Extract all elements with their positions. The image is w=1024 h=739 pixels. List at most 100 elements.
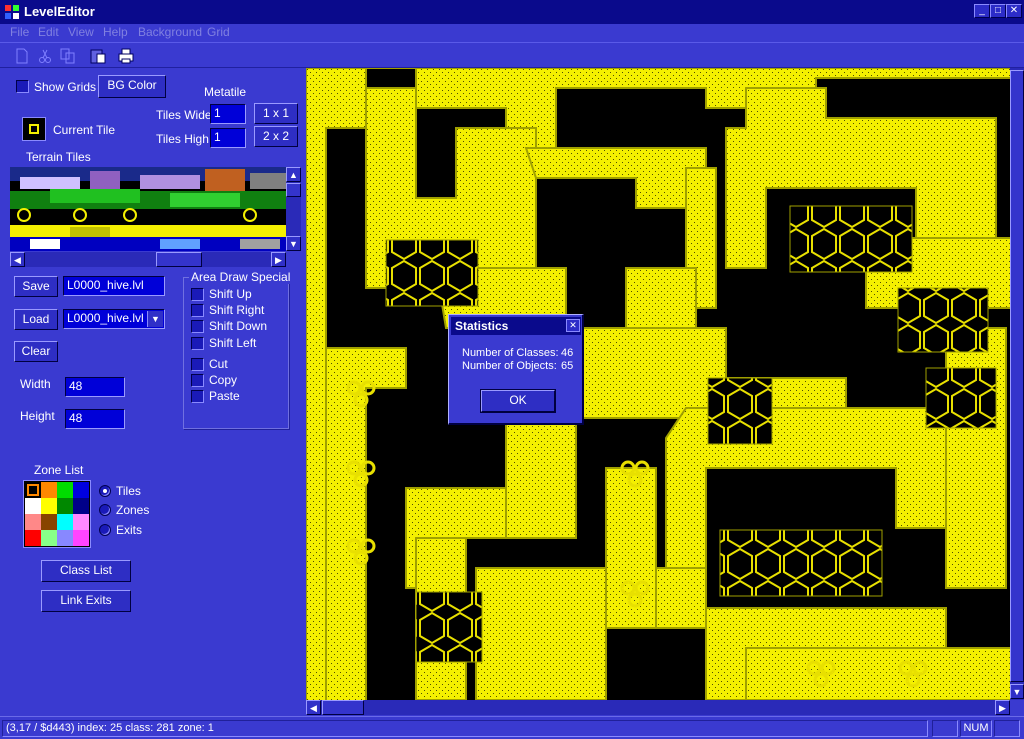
dialog-close-icon[interactable]: ✕: [566, 319, 580, 332]
terrain-hscroll[interactable]: ◀ ▶: [10, 252, 286, 267]
shift-right-label: Shift Right: [209, 303, 265, 317]
width-label: Width: [20, 377, 51, 391]
exits-radio-label: Exits: [116, 523, 143, 537]
ok-button[interactable]: OK: [480, 389, 556, 413]
map-scroll-left-arrow-icon[interactable]: ◀: [306, 700, 321, 715]
map-scroll-down-arrow-icon[interactable]: ▼: [1010, 684, 1024, 699]
metatile-2x2-button[interactable]: 2 x 2: [254, 126, 298, 147]
status-bar: (3,17 / $d443) index: 25 class: 281 zone…: [0, 716, 1024, 739]
terrain-tiles-palette[interactable]: [10, 167, 286, 251]
terrain-vscroll-thumb[interactable]: [286, 183, 301, 197]
zone-color-cell[interactable]: [73, 514, 89, 530]
scroll-up-arrow-icon[interactable]: ▲: [286, 167, 301, 182]
zone-color-cell[interactable]: [41, 530, 57, 546]
status-text: (3,17 / $d443) index: 25 class: 281 zone…: [2, 720, 928, 737]
metatile-1x1-button[interactable]: 1 x 1: [254, 103, 298, 124]
shift-left-label: Shift Left: [209, 336, 257, 350]
zone-list-label: Zone List: [34, 463, 84, 477]
cut-checkbox[interactable]: [191, 358, 204, 371]
zone-color-cell[interactable]: [41, 482, 57, 498]
map-horizontal-scrollbar[interactable]: ◀ ▶: [306, 700, 1010, 715]
class-list-button[interactable]: Class List: [41, 560, 131, 582]
paste-icon[interactable]: [88, 47, 108, 65]
new-icon[interactable]: [12, 47, 32, 65]
title-bar: LevelEditor _ □ ✕: [0, 0, 1024, 24]
map-hscroll-thumb[interactable]: [322, 700, 364, 715]
maximize-button[interactable]: □: [990, 4, 1006, 18]
app-icon: [5, 5, 19, 19]
shift-left-checkbox[interactable]: [191, 337, 204, 350]
bg-color-button[interactable]: BG Color: [98, 75, 166, 98]
show-grids-checkbox[interactable]: [16, 80, 29, 93]
minimize-button[interactable]: _: [974, 4, 990, 18]
current-tile-label: Current Tile: [53, 123, 116, 137]
copy-label: Copy: [209, 373, 238, 387]
save-button[interactable]: Save: [14, 276, 58, 297]
menu-view[interactable]: View: [68, 25, 94, 39]
close-button[interactable]: ✕: [1006, 4, 1022, 18]
zone-color-cell[interactable]: [73, 530, 89, 546]
save-filename-input[interactable]: L0000_hive.lvl: [63, 276, 165, 296]
window-title: LevelEditor: [24, 4, 95, 19]
exits-radio[interactable]: [99, 524, 111, 536]
shift-right-checkbox[interactable]: [191, 304, 204, 317]
copy-icon[interactable]: [58, 47, 78, 65]
zone-color-cell[interactable]: [41, 498, 57, 514]
zone-color-cell[interactable]: [41, 514, 57, 530]
scroll-down-arrow-icon[interactable]: ▼: [286, 236, 301, 251]
clear-button[interactable]: Clear: [14, 341, 58, 362]
zone-color-cell[interactable]: [25, 514, 41, 530]
scroll-left-arrow-icon[interactable]: ◀: [10, 252, 25, 267]
tiles-radio[interactable]: [99, 485, 111, 497]
load-button[interactable]: Load: [14, 309, 58, 330]
zone-color-cell[interactable]: [25, 530, 41, 546]
tiles-radio-label: Tiles: [116, 484, 141, 498]
zones-radio-label: Zones: [116, 503, 150, 517]
paste-label: Paste: [209, 389, 240, 403]
scroll-right-arrow-icon[interactable]: ▶: [271, 252, 286, 267]
zone-color-cell[interactable]: [57, 514, 73, 530]
zone-color-cell[interactable]: [57, 482, 73, 498]
paste-checkbox[interactable]: [191, 390, 204, 403]
metatile-label: Metatile: [204, 85, 247, 99]
menu-file[interactable]: File: [10, 25, 29, 39]
shift-up-checkbox[interactable]: [191, 288, 204, 301]
zone-color-cell[interactable]: [73, 498, 89, 514]
menu-edit[interactable]: Edit: [38, 25, 59, 39]
zone-color-cell[interactable]: [73, 482, 89, 498]
terrain-hscroll-thumb[interactable]: [156, 252, 202, 267]
map-vscroll-thumb[interactable]: [1010, 70, 1024, 682]
height-input[interactable]: 48: [65, 409, 125, 429]
terrain-tiles-image: [10, 167, 286, 251]
menu-grid[interactable]: Grid: [207, 25, 230, 39]
load-file-value: L0000_hive.lvl: [67, 311, 144, 325]
map-scroll-right-arrow-icon[interactable]: ▶: [995, 700, 1010, 715]
status-num-indicator: NUM: [960, 720, 992, 737]
menu-background[interactable]: Background: [138, 25, 202, 39]
statistics-dialog-title: Statistics: [455, 319, 509, 333]
statistics-dialog: Statistics ✕ Number of Classes: 46 Numbe…: [448, 314, 584, 425]
shift-down-checkbox[interactable]: [191, 320, 204, 333]
link-exits-button[interactable]: Link Exits: [41, 590, 131, 612]
zone-color-cell[interactable]: [25, 482, 41, 498]
shift-up-label: Shift Up: [209, 287, 252, 301]
dropdown-arrow-icon[interactable]: ▼: [147, 311, 163, 327]
zone-color-cell[interactable]: [25, 498, 41, 514]
status-scroll-panel: [994, 720, 1020, 737]
load-file-select[interactable]: L0000_hive.lvl ▼: [63, 309, 165, 329]
zone-list-grid[interactable]: [23, 480, 91, 548]
zones-radio[interactable]: [99, 504, 111, 516]
copy-checkbox[interactable]: [191, 374, 204, 387]
width-input[interactable]: 48: [65, 377, 125, 397]
print-icon[interactable]: [116, 47, 136, 65]
zone-color-cell[interactable]: [57, 498, 73, 514]
cut-label: Cut: [209, 357, 228, 371]
level-map-canvas[interactable]: [306, 68, 1024, 700]
cut-icon[interactable]: [35, 47, 55, 65]
map-vertical-scrollbar[interactable]: ▼: [1010, 68, 1024, 700]
terrain-vscroll[interactable]: ▲ ▼: [286, 167, 301, 251]
zone-color-cell[interactable]: [57, 530, 73, 546]
tiles-high-input[interactable]: 1: [210, 128, 246, 148]
menu-help[interactable]: Help: [103, 25, 128, 39]
tiles-wide-input[interactable]: 1: [210, 104, 246, 124]
